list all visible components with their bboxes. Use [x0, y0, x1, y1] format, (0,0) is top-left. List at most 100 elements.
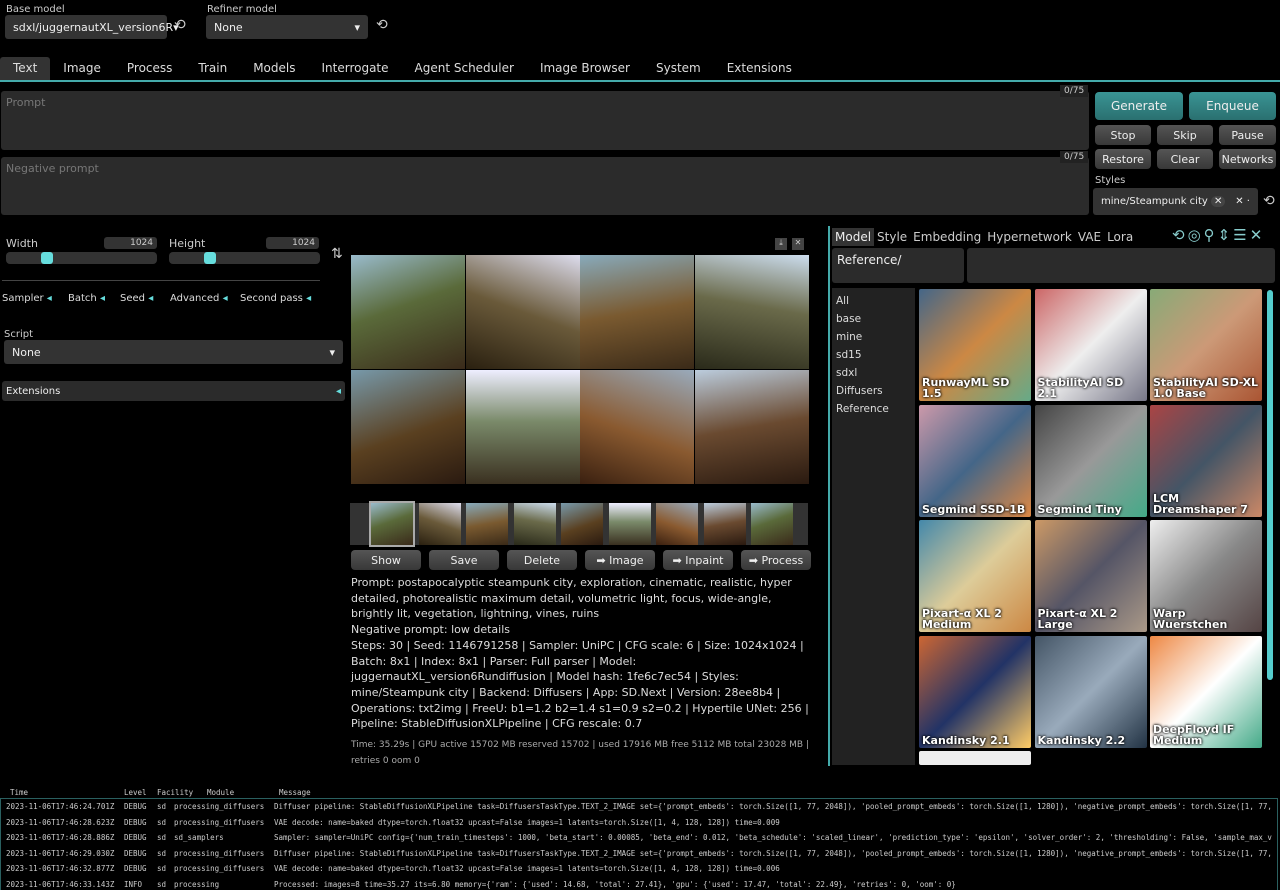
delete-button[interactable]: Delete — [507, 550, 577, 570]
send-to-inpaint-button[interactable]: ➡ Inpaint — [663, 550, 733, 570]
slider-thumb[interactable] — [203, 252, 216, 264]
model-card[interactable]: Pixart-α XL 2 Medium — [919, 520, 1031, 632]
width-value[interactable]: 1024 — [104, 237, 157, 249]
model-card[interactable]: Warp Wuerstchen — [1150, 520, 1262, 632]
target-icon[interactable]: ◎ — [1188, 226, 1204, 244]
styles-select[interactable]: mine/Steampunk city ✕ ✕ · — [1093, 188, 1258, 215]
script-select[interactable]: None ▾ — [4, 340, 343, 364]
close-icon[interactable]: ✕ — [1250, 226, 1266, 244]
folder-item[interactable]: All — [836, 292, 911, 310]
send-to-process-button[interactable]: ➡ Process — [741, 550, 811, 570]
send-to-image-button[interactable]: ➡ Image — [585, 550, 655, 570]
tab-system[interactable]: System — [643, 57, 714, 80]
gallery-thumbnail[interactable] — [466, 503, 508, 545]
folder-item[interactable]: base — [836, 310, 911, 328]
tab-models[interactable]: Models — [240, 57, 308, 80]
model-card[interactable]: RunwayML SD 1.5 — [919, 289, 1031, 401]
refresh-icon[interactable]: ⟲ — [174, 17, 186, 33]
folder-item[interactable]: Diffusers — [836, 382, 911, 400]
generated-image[interactable] — [351, 255, 465, 369]
accordion-sampler[interactable]: Sampler ◂ — [2, 293, 68, 304]
networks-tab-lora[interactable]: Lora — [1104, 228, 1136, 246]
enqueue-button[interactable]: Enqueue — [1189, 92, 1276, 120]
model-card[interactable]: Kandinsky 2.1 — [919, 635, 1031, 748]
model-card[interactable]: Segmind SSD-1B — [919, 404, 1031, 517]
gallery-thumbnail[interactable] — [703, 503, 746, 545]
show-button[interactable]: Show — [351, 550, 421, 570]
model-card[interactable]: StabilityAI SD-XL 1.0 Base — [1150, 289, 1262, 401]
generated-image[interactable] — [694, 255, 809, 369]
generated-image[interactable] — [351, 370, 465, 484]
networks-filter-input[interactable]: Reference/ — [832, 248, 964, 283]
generated-image[interactable] — [580, 370, 694, 484]
networks-tab-hypernetwork[interactable]: Hypernetwork — [984, 228, 1075, 246]
generated-image[interactable] — [580, 255, 694, 369]
networks-tab-embedding[interactable]: Embedding — [910, 228, 984, 246]
skip-button[interactable]: Skip — [1157, 125, 1213, 145]
folder-item[interactable]: sd15 — [836, 346, 911, 364]
height-slider[interactable] — [169, 252, 320, 264]
accordion-second-pass[interactable]: Second pass ◂ — [240, 293, 320, 304]
networks-scrollbar[interactable] — [1267, 290, 1273, 680]
generated-image[interactable] — [465, 370, 580, 484]
accordion-batch[interactable]: Batch ◂ — [68, 293, 120, 304]
tab-agent-scheduler[interactable]: Agent Scheduler — [402, 57, 527, 80]
tab-image[interactable]: Image — [50, 57, 114, 80]
swap-dimensions-icon[interactable]: ⇅ — [331, 246, 343, 262]
gallery-thumbnail[interactable] — [513, 503, 556, 545]
model-card[interactable]: StabilityAI SD 2.1 — [1034, 289, 1147, 401]
model-card[interactable]: DeepFloyd IF Medium — [1150, 635, 1262, 748]
refiner-model-select[interactable]: None ▾ — [206, 15, 368, 39]
folder-item[interactable]: Reference — [836, 400, 911, 418]
tab-text[interactable]: Text — [0, 57, 51, 80]
restore-button[interactable]: Restore — [1095, 149, 1151, 169]
close-icon[interactable]: ✕ — [792, 238, 804, 250]
tab-process[interactable]: Process — [114, 57, 186, 80]
model-card[interactable]: Kandinsky 2.2 — [1034, 635, 1147, 748]
generated-image[interactable] — [465, 255, 580, 369]
networks-tab-style[interactable]: Style — [874, 228, 910, 246]
accordion-advanced[interactable]: Advanced ◂ — [170, 293, 240, 304]
folder-item[interactable]: mine — [836, 328, 911, 346]
generated-image[interactable] — [694, 370, 809, 484]
height-value[interactable]: 1024 — [266, 237, 319, 249]
gallery-thumbnail[interactable] — [656, 503, 698, 545]
base-model-select[interactable]: sdxl/juggernautXL_version6R ▾ — [5, 15, 179, 39]
download-icon[interactable]: ⤓ — [775, 238, 787, 250]
model-card[interactable] — [919, 751, 1031, 765]
remove-style-icon[interactable]: ✕ — [1210, 196, 1226, 207]
refresh-icon[interactable]: ⟲ — [1263, 193, 1275, 209]
negative-prompt-input[interactable]: Negative prompt — [1, 157, 1089, 215]
slider-thumb[interactable] — [40, 252, 53, 264]
stop-button[interactable]: Stop — [1095, 125, 1151, 145]
save-button[interactable]: Save — [429, 550, 499, 570]
search-icon[interactable]: ⚲ — [1204, 226, 1218, 244]
gallery-thumbnail[interactable] — [561, 503, 603, 545]
tab-interrogate[interactable]: Interrogate — [308, 57, 401, 80]
gallery-thumbnail[interactable] — [608, 503, 651, 545]
pause-button[interactable]: Pause — [1219, 125, 1276, 145]
extensions-accordion[interactable]: Extensions ◂ — [2, 381, 345, 401]
clear-button[interactable]: Clear — [1157, 149, 1213, 169]
tab-train[interactable]: Train — [185, 57, 240, 80]
width-slider[interactable] — [6, 252, 157, 264]
model-card[interactable]: Pixart-α XL 2 Large — [1034, 520, 1147, 632]
gallery-thumbnail[interactable] — [418, 503, 461, 545]
generate-button[interactable]: Generate — [1095, 92, 1183, 120]
folder-item[interactable]: sdxl — [836, 364, 911, 382]
gallery-thumbnail[interactable] — [369, 501, 415, 547]
accordion-seed[interactable]: Seed ◂ — [120, 293, 170, 304]
networks-button[interactable]: Networks — [1219, 149, 1276, 169]
list-icon[interactable]: ☰ — [1233, 226, 1249, 244]
refresh-icon[interactable]: ⟲ — [1172, 226, 1188, 244]
networks-search-input[interactable] — [967, 248, 1275, 283]
prompt-input[interactable]: Prompt — [1, 91, 1089, 150]
clear-styles-icon[interactable]: ✕ · — [1235, 196, 1250, 207]
gallery-thumbnail[interactable] — [751, 503, 793, 545]
tab-extensions[interactable]: Extensions — [714, 57, 805, 80]
sort-icon[interactable]: ⇕ — [1218, 226, 1234, 244]
tab-image-browser[interactable]: Image Browser — [527, 57, 643, 80]
model-card[interactable]: Segmind Tiny — [1034, 404, 1147, 517]
networks-tab-model[interactable]: Model — [832, 228, 875, 246]
model-card[interactable]: LCM Dreamshaper 7 — [1150, 404, 1262, 517]
